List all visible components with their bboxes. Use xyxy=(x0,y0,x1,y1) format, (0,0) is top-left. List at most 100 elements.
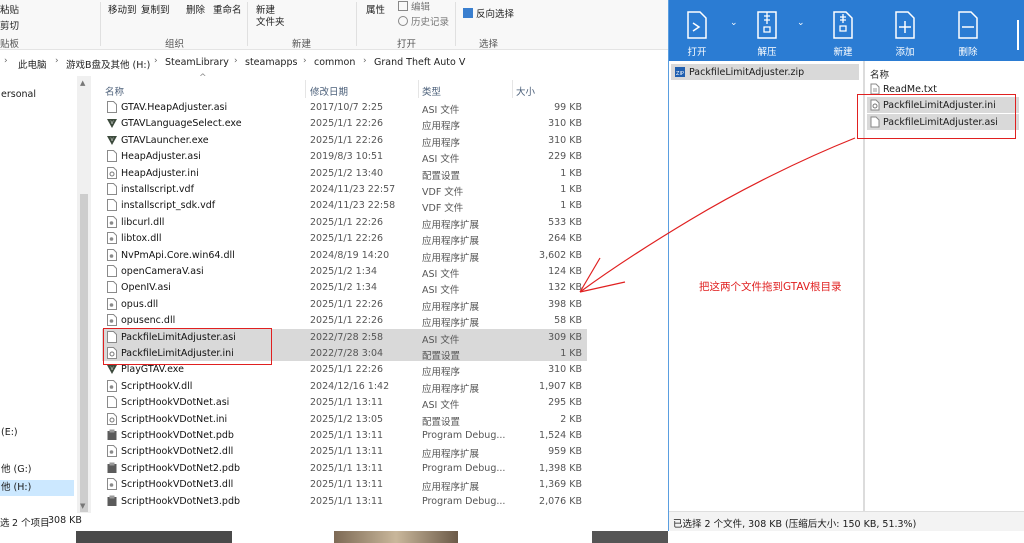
invert-selection-button[interactable]: 反向选择 xyxy=(463,6,514,20)
file-size: 229 KB xyxy=(548,151,582,163)
file-size: 310 KB xyxy=(548,364,582,376)
archive-column-header-name[interactable]: 名称 xyxy=(870,67,889,81)
move-to-button[interactable]: 移动到 xyxy=(108,2,137,16)
nav-scrollbar[interactable]: ▲ ▼ xyxy=(77,76,91,513)
table-row[interactable]: ScriptHookVDotNet3.dll 2025/1/1 13:11 应用程序… xyxy=(102,476,587,493)
archive-delete-button[interactable]: 删除 xyxy=(948,8,988,58)
table-row[interactable]: installscript.vdf 2024/11/23 22:57 VDF 文件 1… xyxy=(102,181,587,198)
status-bar: 选 2 个项目 308 KB xyxy=(0,514,668,529)
column-header-name[interactable]: 名称 xyxy=(105,84,124,98)
scrollbar-thumb[interactable] xyxy=(80,194,88,512)
file-name: libtox.dll xyxy=(121,233,162,245)
zip-icon: ZIP xyxy=(675,67,685,77)
chevron-right-icon: › xyxy=(303,56,307,66)
file-size: 1,524 KB xyxy=(539,430,582,441)
ribbon-separator xyxy=(455,2,456,46)
column-header-type[interactable]: 类型 xyxy=(422,84,441,98)
nav-item-selected[interactable]: 他 (H:) xyxy=(0,480,74,496)
file-size: 132 KB xyxy=(548,282,582,294)
table-row[interactable]: ScriptHookVDotNet2.dll 2025/1/1 13:11 应用程序… xyxy=(102,443,587,460)
file-date: 2025/1/1 22:26 xyxy=(310,364,384,376)
delete-button[interactable]: 删除 xyxy=(186,2,205,16)
copy-to-button[interactable]: 复制到 xyxy=(141,2,170,16)
table-row[interactable]: libcurl.dll 2025/1/1 22:26 应用程序扩展 533 KB xyxy=(102,214,587,231)
navigation-pane: ersonal (E:) 他 (G:) 他 (H:) xyxy=(0,76,76,513)
table-row[interactable]: opusenc.dll 2025/1/1 22:26 应用程序扩展 58 KB xyxy=(102,312,587,329)
nav-item[interactable]: 他 (G:) xyxy=(0,462,74,478)
table-row[interactable]: ScriptHookV.dll 2024/12/16 1:42 应用程序扩展 1,90… xyxy=(102,378,587,395)
scroll-down-icon[interactable]: ▼ xyxy=(80,502,85,510)
table-row[interactable]: HeapAdjuster.ini 2025/1/2 13:40 配置设置 1 KB xyxy=(102,165,587,182)
archive-status-bar: 已选择 2 个文件, 308 KB (压缩后大小: 150 KB, 51.3%) xyxy=(669,511,1024,531)
table-row[interactable]: ScriptHookVDotNet.asi 2025/1/1 13:11 ASI 文… xyxy=(102,394,587,411)
file-date: 2017/10/7 2:25 xyxy=(310,102,384,113)
add-button[interactable]: 添加 xyxy=(885,8,925,58)
nav-item[interactable]: ersonal xyxy=(0,87,74,103)
table-row[interactable]: libtox.dll 2025/1/1 22:26 应用程序扩展 264 KB xyxy=(102,230,587,248)
breadcrumb-item[interactable]: 游戏B盘及其他 (H:) xyxy=(66,57,150,71)
column-divider[interactable] xyxy=(305,80,306,98)
breadcrumb-item[interactable]: steamapps xyxy=(245,57,297,68)
table-row[interactable]: ScriptHookVDotNet3.pdb 2025/1/1 13:11 Prog… xyxy=(102,493,587,509)
table-row[interactable]: openCameraV.asi 2025/1/2 1:34 ASI 文件 124 KB xyxy=(102,263,587,280)
archive-status-text: 已选择 2 个文件, 308 KB (压缩后大小: 150 KB, 51.3%) xyxy=(673,519,917,530)
file-size: 295 KB xyxy=(548,397,582,409)
chevron-down-icon[interactable]: ⌄ xyxy=(797,18,805,28)
file-size: 124 KB xyxy=(548,266,582,277)
extract-label: 解压 xyxy=(757,47,777,58)
file-type: 应用程序扩展 xyxy=(422,236,480,248)
file-date: 2025/1/1 13:11 xyxy=(310,397,384,409)
column-header-date[interactable]: 修改日期 xyxy=(310,84,348,98)
table-row[interactable]: NvPmApi.Core.win64.dll 2024/8/19 14:20 应用程… xyxy=(102,247,587,264)
edit-icon xyxy=(398,1,408,11)
file-date: 2022/7/28 2:58 xyxy=(310,331,384,343)
thumbnail-image xyxy=(76,531,232,543)
more-icon[interactable] xyxy=(1017,20,1024,50)
file-date: 2025/1/1 13:11 xyxy=(310,462,384,474)
rename-button[interactable]: 重命名 xyxy=(213,2,242,16)
new-archive-button[interactable]: 新建 xyxy=(823,8,863,58)
file-name: installscript_sdk.vdf xyxy=(121,200,216,212)
column-divider[interactable] xyxy=(418,80,419,98)
chevron-down-icon[interactable]: ⌄ xyxy=(730,18,738,28)
file-date: 2025/1/2 13:05 xyxy=(310,413,384,425)
file-type: ASI 文件 xyxy=(422,105,460,116)
table-row[interactable]: GTAV.HeapAdjuster.asi 2017/10/7 2:25 ASI 文… xyxy=(102,99,587,116)
breadcrumb-item[interactable]: SteamLibrary xyxy=(165,57,229,68)
open-button[interactable]: 打开 xyxy=(677,8,717,58)
table-row[interactable]: OpenIV.asi 2025/1/2 1:34 ASI 文件 132 KB xyxy=(102,279,587,296)
table-row[interactable]: installscript_sdk.vdf 2024/11/23 22:58 VDF… xyxy=(102,197,587,214)
file-icon xyxy=(102,263,120,279)
breadcrumb-item[interactable]: 此电脑 xyxy=(18,57,47,71)
archive-toolbar: 打开 ⌄ 解压 ⌄ 新建 添加 删除 xyxy=(669,0,1024,61)
cut-button[interactable]: 剪切 xyxy=(0,18,19,32)
ribbon-separator xyxy=(247,2,248,46)
properties-button[interactable]: 属性 xyxy=(366,2,385,16)
nav-item[interactable]: (E:) xyxy=(0,425,74,441)
edit-button[interactable]: 编辑 xyxy=(398,0,430,13)
breadcrumb[interactable]: › 此电脑 › 游戏B盘及其他 (H:) › SteamLibrary › st… xyxy=(0,54,668,72)
extract-button[interactable]: 解压 xyxy=(747,8,787,58)
paste-button[interactable]: 粘贴 xyxy=(0,2,19,16)
ribbon-separator xyxy=(356,2,357,46)
file-name: GTAVLauncher.exe xyxy=(121,134,209,146)
table-row[interactable]: HeapAdjuster.asi 2019/8/3 10:51 ASI 文件 229 … xyxy=(102,148,587,165)
table-row[interactable]: opus.dll 2025/1/1 22:26 应用程序扩展 398 KB xyxy=(102,296,587,313)
table-row[interactable]: ScriptHookVDotNet.pdb 2025/1/1 13:11 Progr… xyxy=(102,427,587,443)
table-row[interactable]: V GTAVLauncher.exe 2025/1/1 22:26 应用程序 310 K… xyxy=(102,132,587,149)
scroll-up-icon[interactable]: ▲ xyxy=(80,79,85,87)
table-row[interactable]: ScriptHookVDotNet2.pdb 2025/1/1 13:11 Prog… xyxy=(102,460,587,476)
dll-icon xyxy=(102,378,120,394)
table-row[interactable]: ScriptHookVDotNet.ini 2025/1/2 13:05 配置设置 2… xyxy=(102,411,587,428)
breadcrumb-item[interactable]: Grand Theft Auto V xyxy=(374,57,465,68)
history-button[interactable]: 历史记录 xyxy=(398,14,449,28)
table-row[interactable]: V GTAVLanguageSelect.exe 2025/1/1 22:26 应用程… xyxy=(102,115,587,132)
column-divider[interactable] xyxy=(512,80,513,98)
column-header-size[interactable]: 大小 xyxy=(516,84,535,98)
open-icon xyxy=(687,11,707,39)
file-size: 2 KB xyxy=(560,413,582,425)
archive-file-item[interactable]: ZIP PackfileLimitAdjuster.zip xyxy=(671,64,859,80)
breadcrumb-item[interactable]: common xyxy=(314,57,355,68)
file-name: opus.dll xyxy=(121,298,159,310)
open-label: 打开 xyxy=(687,47,707,58)
